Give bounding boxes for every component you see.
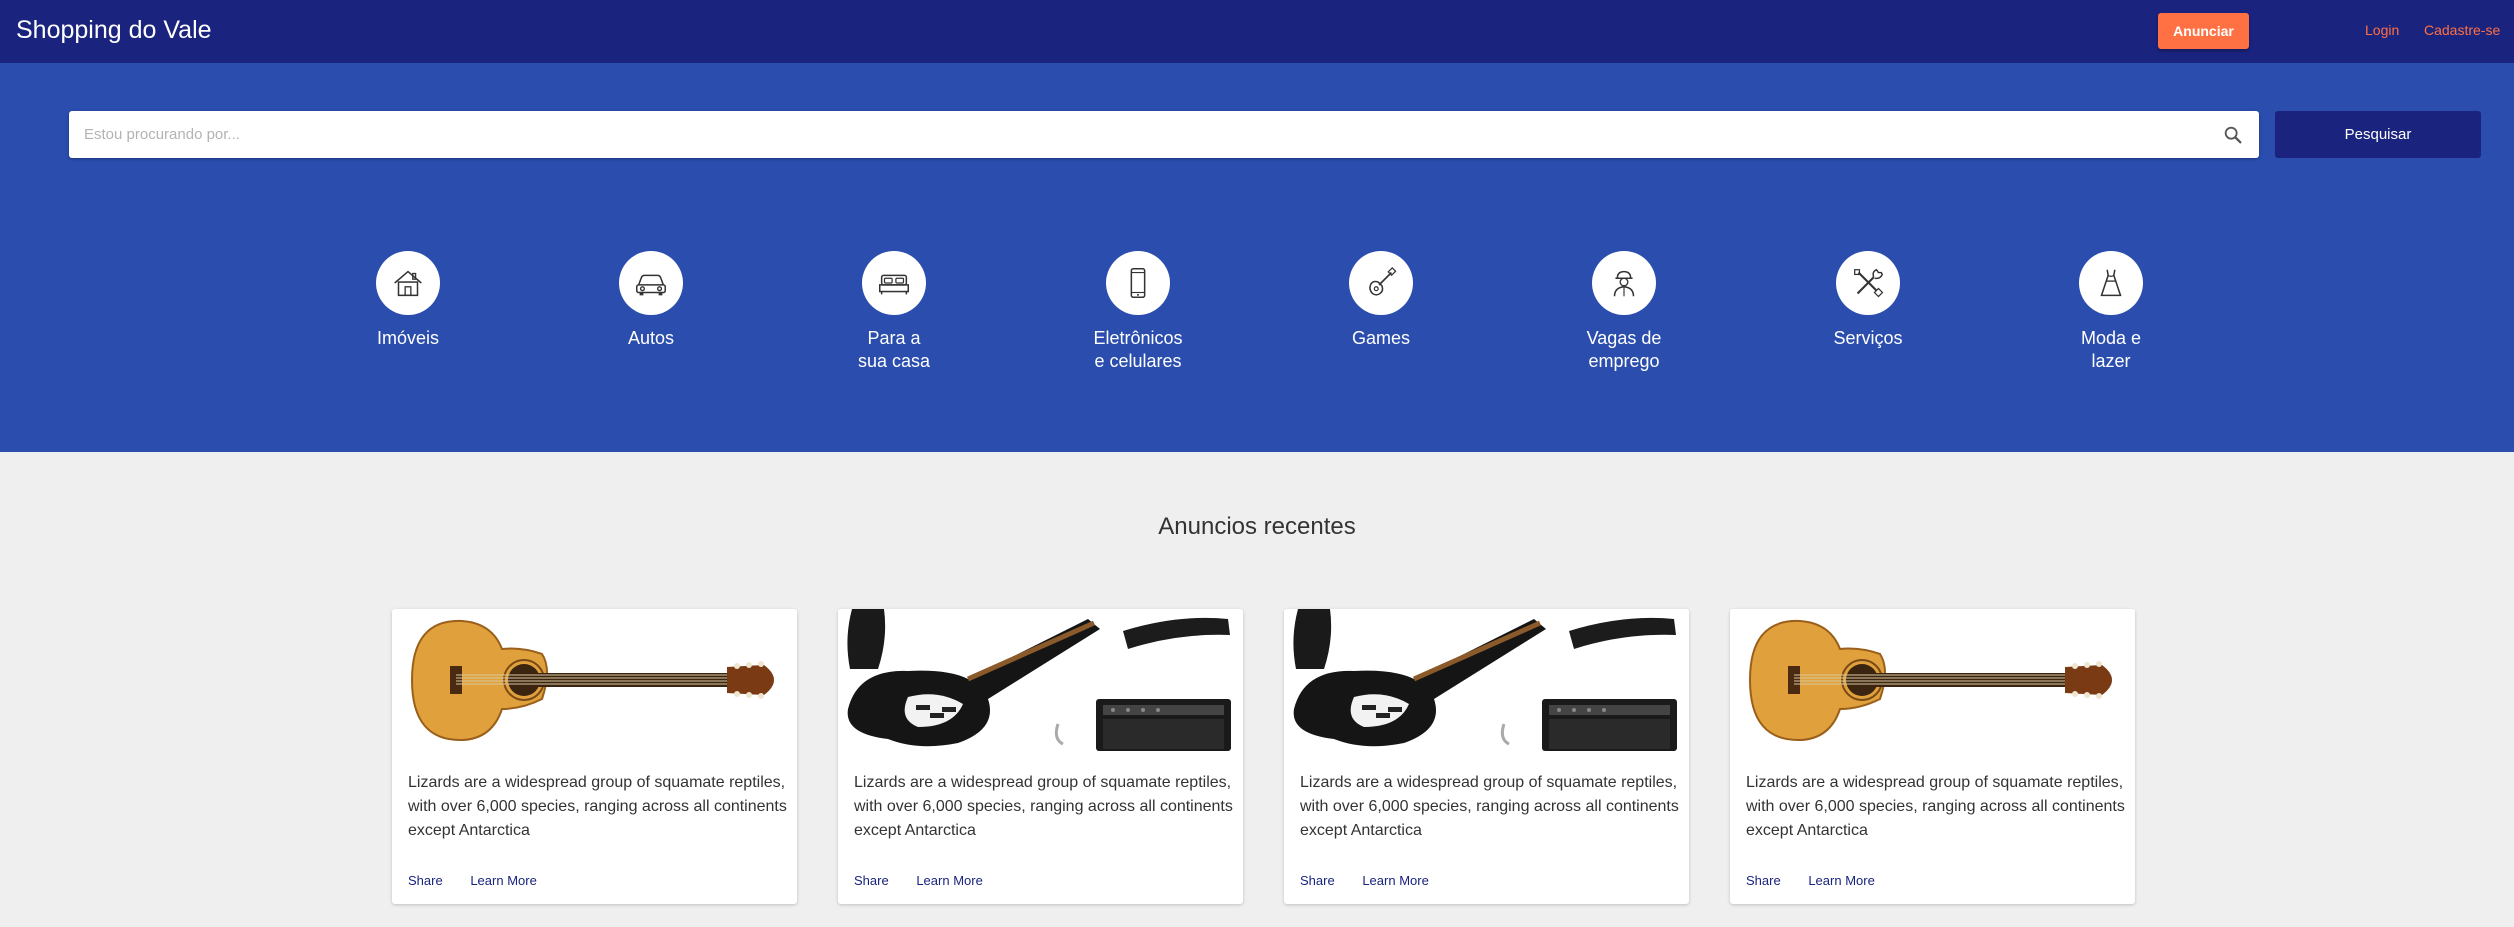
category-circle[interactable] bbox=[376, 251, 440, 315]
house-icon bbox=[394, 270, 422, 297]
category-circle[interactable] bbox=[1836, 251, 1900, 315]
card-description: Lizards are a widespread group of squama… bbox=[408, 774, 787, 839]
share-button[interactable]: Share bbox=[854, 873, 889, 888]
category-servicos[interactable]: Serviços bbox=[1788, 251, 1948, 350]
category-circle[interactable] bbox=[862, 251, 926, 315]
top-app-bar: Shopping do Vale Anunciar Login Cadastre… bbox=[0, 0, 2514, 63]
learn-more-button[interactable]: Learn More bbox=[916, 873, 982, 888]
card-actions: Share Learn More bbox=[1746, 873, 1899, 888]
bed-icon bbox=[878, 274, 910, 295]
share-button[interactable]: Share bbox=[1300, 873, 1335, 888]
category-label: Games bbox=[1351, 328, 1411, 348]
learn-more-button[interactable]: Learn More bbox=[470, 873, 536, 888]
card-image-acoustic-guitar[interactable] bbox=[1730, 609, 2135, 751]
acoustic-guitar-image bbox=[392, 609, 797, 751]
category-vagas[interactable]: Vagas de emprego bbox=[1544, 251, 1704, 373]
brand-title[interactable]: Shopping do Vale bbox=[16, 16, 212, 45]
tools-icon bbox=[1854, 268, 1884, 298]
category-circle[interactable] bbox=[1349, 251, 1413, 315]
anunciar-button[interactable]: Anunciar bbox=[2158, 13, 2249, 49]
share-button[interactable]: Share bbox=[1746, 873, 1781, 888]
ad-card[interactable]: Lizards are a widespread group of squama… bbox=[1284, 609, 1689, 904]
worker-icon bbox=[1613, 270, 1635, 297]
signup-link[interactable]: Cadastre-se bbox=[2424, 22, 2500, 38]
category-circle[interactable] bbox=[619, 251, 683, 315]
category-label: Para a sua casa bbox=[857, 328, 931, 371]
search-box bbox=[69, 111, 2259, 158]
category-moda[interactable]: Moda e lazer bbox=[2031, 251, 2191, 373]
guitar-icon bbox=[1369, 267, 1397, 296]
card-actions: Share Learn More bbox=[1300, 873, 1453, 888]
category-imoveis[interactable]: Imóveis bbox=[328, 251, 488, 350]
car-icon bbox=[635, 274, 667, 296]
card-description: Lizards are a widespread group of squama… bbox=[1300, 774, 1679, 839]
card-image-electric-guitar[interactable] bbox=[838, 609, 1243, 751]
card-actions: Share Learn More bbox=[408, 873, 561, 888]
acoustic-guitar-image bbox=[1730, 609, 2135, 751]
category-para-sua-casa[interactable]: Para a sua casa bbox=[814, 251, 974, 373]
section-title: Anuncios recentes bbox=[1158, 513, 1356, 540]
login-link[interactable]: Login bbox=[2365, 22, 2399, 38]
ad-card[interactable]: Lizards are a widespread group of squama… bbox=[392, 609, 797, 904]
category-label: Serviços bbox=[1833, 328, 1903, 348]
category-autos[interactable]: Autos bbox=[571, 251, 731, 350]
category-eletronicos[interactable]: Eletrônicos e celulares bbox=[1058, 251, 1218, 373]
card-actions: Share Learn More bbox=[854, 873, 1007, 888]
category-label: Imóveis bbox=[376, 328, 439, 348]
category-label: Eletrônicos e celulares bbox=[1093, 328, 1183, 371]
search-button[interactable]: Pesquisar bbox=[2275, 111, 2481, 158]
category-circle[interactable] bbox=[1592, 251, 1656, 315]
category-label: Vagas de emprego bbox=[1586, 328, 1662, 371]
search-input[interactable] bbox=[84, 111, 2204, 158]
dress-icon bbox=[2100, 269, 2122, 297]
card-description: Lizards are a widespread group of squama… bbox=[1746, 774, 2125, 839]
category-circle[interactable] bbox=[1106, 251, 1170, 315]
learn-more-button[interactable]: Learn More bbox=[1362, 873, 1428, 888]
share-button[interactable]: Share bbox=[408, 873, 443, 888]
category-circle[interactable] bbox=[2079, 251, 2143, 315]
electric-guitar-kit-image bbox=[1284, 609, 1689, 751]
card-image-acoustic-guitar[interactable] bbox=[392, 609, 797, 751]
category-games[interactable]: Games bbox=[1301, 251, 1461, 350]
ad-card[interactable]: Lizards are a widespread group of squama… bbox=[1730, 609, 2135, 904]
card-image-electric-guitar[interactable] bbox=[1284, 609, 1689, 751]
category-label: Autos bbox=[627, 328, 675, 348]
smartphone-icon bbox=[1130, 267, 1146, 299]
learn-more-button[interactable]: Learn More bbox=[1808, 873, 1874, 888]
hero-section: Pesquisar Imóveis Autos bbox=[0, 63, 2514, 452]
ad-card[interactable]: Lizards are a widespread group of squama… bbox=[838, 609, 1243, 904]
electric-guitar-kit-image bbox=[838, 609, 1243, 751]
card-description: Lizards are a widespread group of squama… bbox=[854, 774, 1233, 839]
search-icon[interactable] bbox=[2222, 124, 2244, 146]
category-label: Moda e lazer bbox=[2080, 328, 2142, 371]
